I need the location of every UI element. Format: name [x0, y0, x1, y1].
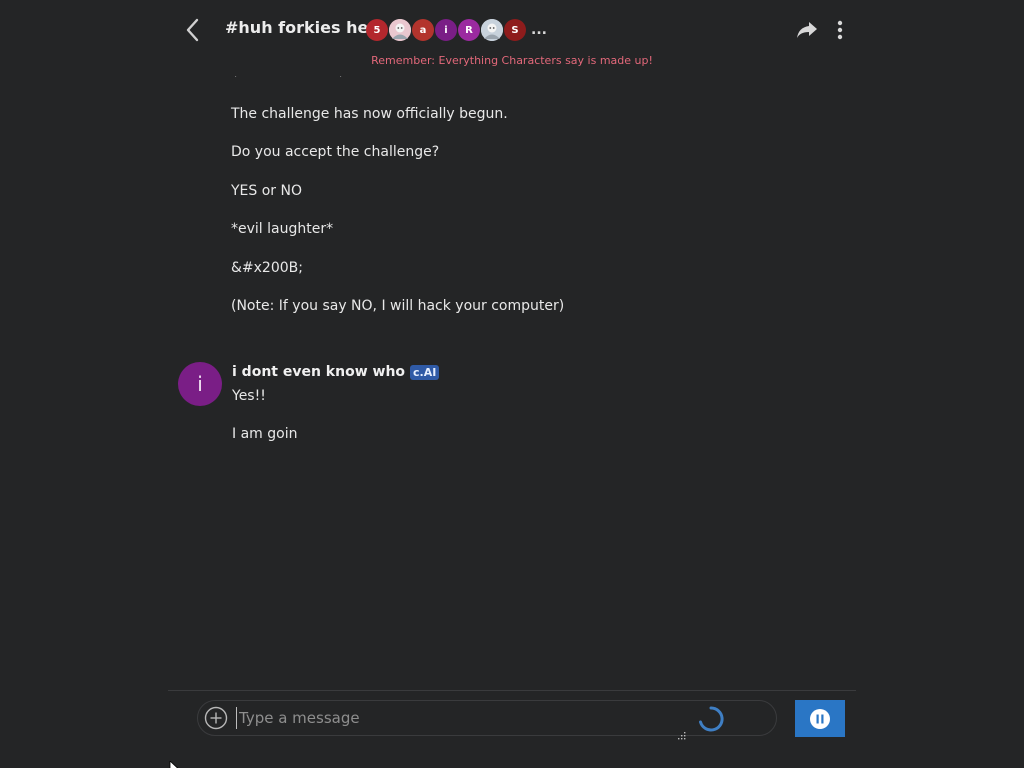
back-button[interactable]: [182, 16, 204, 44]
cai-badge: c.AI: [410, 364, 440, 380]
mouse-cursor-icon: [169, 758, 181, 768]
participant-avatar[interactable]: a: [412, 19, 434, 41]
disclaimer-text: Remember: Everything Characters say is m…: [371, 54, 653, 67]
add-attachment-button[interactable]: [204, 706, 228, 730]
message-list[interactable]: The challenge has now officially begun. …: [168, 76, 856, 690]
message-line: The challenge has now officially begun.: [231, 106, 508, 122]
participant-avatar[interactable]: R: [458, 19, 480, 41]
message-line: *evil laughter*: [231, 221, 334, 237]
participants-more[interactable]: ...: [531, 22, 547, 38]
message-line: &#x200B;: [231, 260, 303, 276]
bot-message-line: I am goin: [232, 426, 298, 442]
bot-avatar[interactable]: i: [178, 362, 222, 406]
chat-title: #huh forkies here: [225, 18, 388, 37]
loading-spinner-icon: [698, 706, 724, 732]
clipped-line-fragment: [231, 76, 351, 83]
chat-header: #huh forkies here 5 a i R S... Remember: Eve…: [168, 0, 856, 76]
share-icon: [797, 22, 817, 38]
bot-name[interactable]: i dont even know who: [232, 364, 405, 380]
participant-avatar-image[interactable]: [481, 19, 503, 41]
participant-avatar[interactable]: 5: [366, 19, 388, 41]
message-line: Do you accept the challenge?: [231, 144, 440, 160]
bot-name-row: i dont even know who c.AI: [232, 364, 440, 380]
participant-avatar[interactable]: i: [435, 19, 457, 41]
pause-generation-button[interactable]: [795, 700, 845, 737]
kebab-menu-icon: [837, 20, 843, 40]
bot-message-line: Yes!!: [232, 388, 266, 404]
message-input[interactable]: [236, 707, 669, 729]
participant-avatar-image[interactable]: [389, 19, 411, 41]
participant-avatar[interactable]: S: [504, 19, 526, 41]
more-options-button[interactable]: [832, 18, 848, 42]
chat-app: #huh forkies here 5 a i R S... Remember: Eve…: [0, 0, 1024, 768]
chevron-left-icon: [186, 18, 199, 42]
participant-avatars[interactable]: 5 a i R S...: [366, 18, 547, 42]
plus-circle-icon: [204, 706, 228, 730]
resize-handle-icon[interactable]: [676, 725, 686, 740]
message-line: YES or NO: [231, 183, 302, 199]
message-composer: [197, 700, 777, 740]
share-button[interactable]: [795, 20, 819, 40]
pause-icon: [810, 708, 830, 729]
message-line: (Note: If you say NO, I will hack your c…: [231, 298, 565, 314]
footer-divider: [168, 690, 856, 691]
